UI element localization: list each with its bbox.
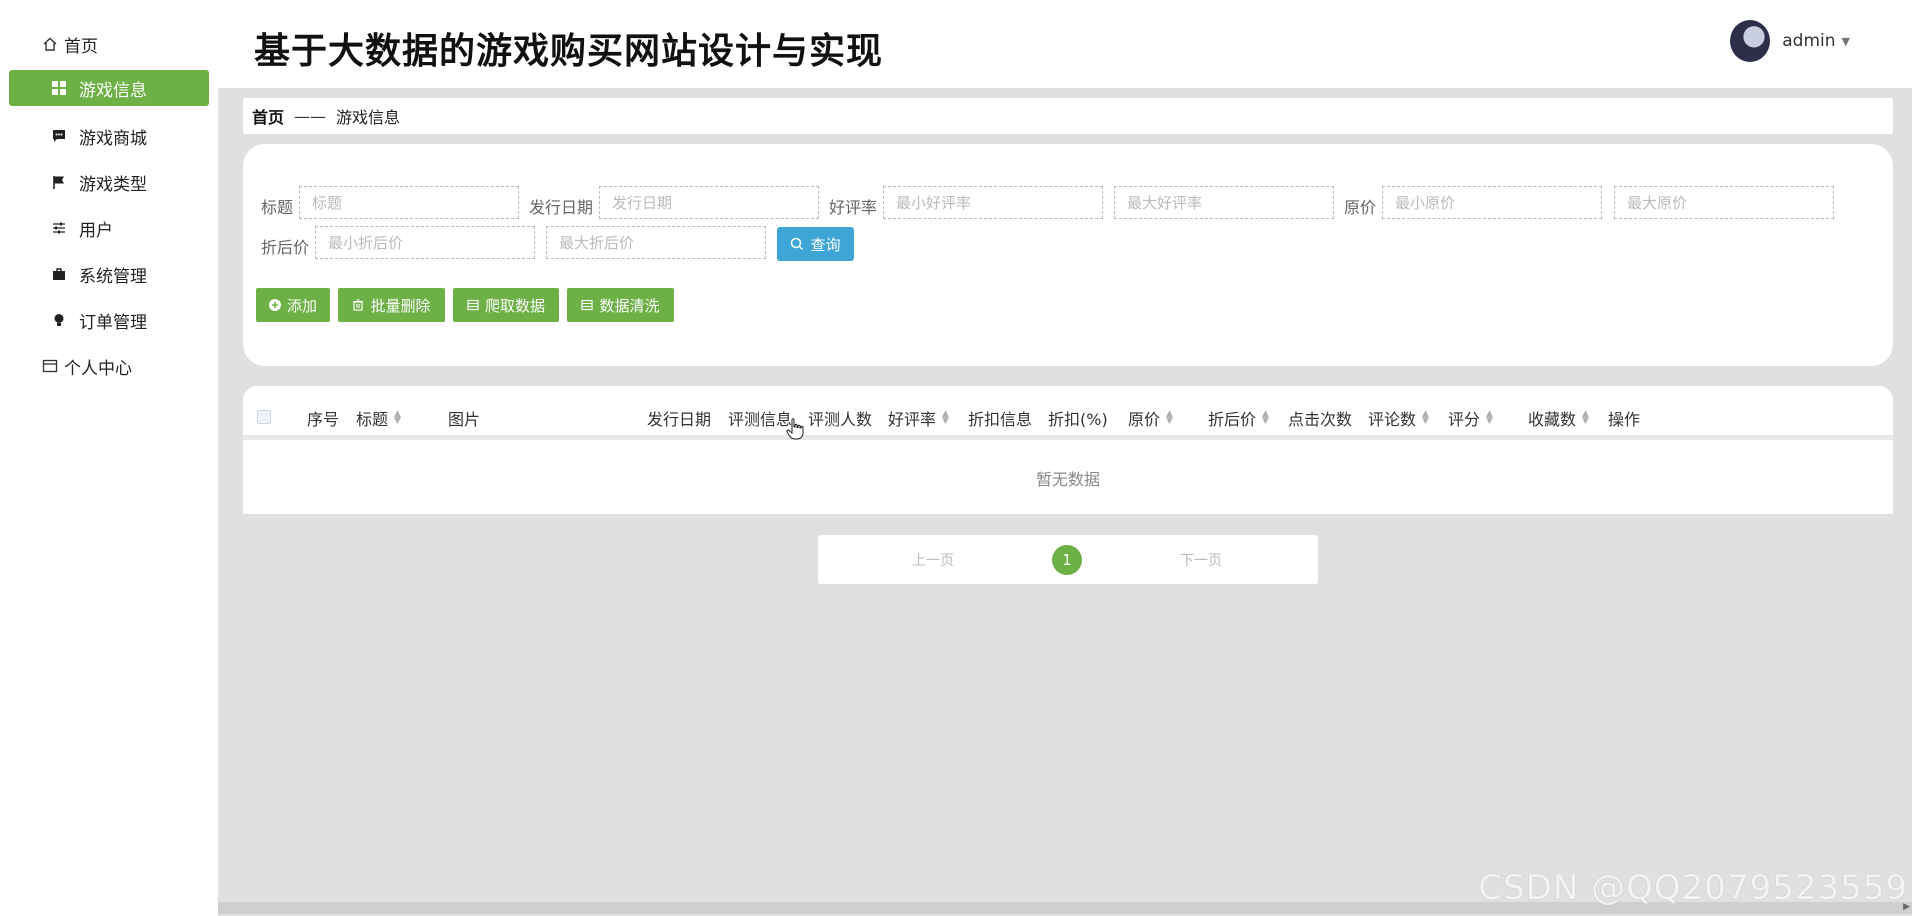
sidebar-item-label: 订单管理 <box>79 312 147 333</box>
sidebar-item-label: 个人中心 <box>64 358 132 379</box>
column-header: 折扣信息 <box>968 410 1033 429</box>
discount-price-label: 折后价 <box>261 238 310 257</box>
sidebar-item-label: 游戏信息 <box>79 80 147 101</box>
column-header[interactable]: 评分 ▲ ▼ <box>1448 406 1493 430</box>
title-input[interactable] <box>299 186 519 219</box>
chat-icon <box>51 128 67 144</box>
title-label: 标题 <box>261 198 294 217</box>
breadcrumb-home[interactable]: 首页 <box>252 104 284 128</box>
breadcrumb-current: 游戏信息 <box>336 108 401 127</box>
column-header: 序号 <box>307 410 340 429</box>
data-table: 序号 标题 ▲ ▼ 图片 发行日期 评测信息 评测人数 好评率 ▲ ▼ 折扣信息 折扣(… <box>243 386 1893 514</box>
sidebar-item-user[interactable]: 用户 <box>9 210 209 246</box>
min-discount-price-input[interactable] <box>315 226 535 259</box>
add-button-label: 添加 <box>286 296 317 315</box>
column-header[interactable]: 收藏数 ▲ ▼ <box>1528 406 1589 430</box>
next-page-button[interactable]: 下一页 <box>1180 550 1222 570</box>
hand-cursor-icon <box>786 418 804 440</box>
clean-button[interactable]: 数据清洗 <box>567 288 674 322</box>
max-price-input[interactable] <box>1614 186 1834 219</box>
home-icon <box>42 36 58 52</box>
column-header: 评测信息 <box>728 410 793 429</box>
watermark: CSDN @QQ2079523559 <box>1478 868 1908 908</box>
caret-down-icon: ▼ <box>1841 34 1850 48</box>
column-header: 发行日期 <box>647 410 712 429</box>
min-price-input[interactable] <box>1382 186 1602 219</box>
column-header: 图片 <box>448 410 481 429</box>
top-header: 基于大数据的游戏购买网站设计与实现 admin ▼ <box>218 0 1912 88</box>
add-button[interactable]: 添加 <box>256 288 330 322</box>
rating-label: 好评率 <box>829 198 878 217</box>
database-icon <box>467 299 479 311</box>
database-icon <box>581 299 594 311</box>
column-header[interactable]: 标题 ▲ ▼ <box>356 406 401 430</box>
sidebar-item-system[interactable]: 系统管理 <box>9 256 209 292</box>
sidebar-item-label: 系统管理 <box>79 266 147 287</box>
sidebar: 首页 游戏信息 游戏商城 游戏类型 用户 系统管理 订单管理 个人中心 <box>0 0 218 916</box>
column-header: 操作 <box>1608 410 1641 429</box>
column-header[interactable]: 原价 ▲ ▼ <box>1128 406 1173 430</box>
sidebar-item-label: 游戏商城 <box>79 128 147 149</box>
plus-circle-icon <box>268 299 281 311</box>
search-panel: 标题 发行日期 好评率 原价 折后价 查询 添加 批量删除 爬取数据 <box>243 144 1893 366</box>
bulb-icon <box>51 312 67 328</box>
sliders-icon <box>51 220 67 236</box>
sort-icon[interactable]: ▲ ▼ <box>394 410 401 426</box>
sidebar-item-home[interactable]: 首页 <box>9 26 209 62</box>
sidebar-item-label: 首页 <box>64 36 98 57</box>
sort-icon[interactable]: ▲ ▼ <box>1166 410 1173 426</box>
sort-icon[interactable]: ▲ ▼ <box>1582 410 1589 426</box>
sidebar-item-game-store[interactable]: 游戏商城 <box>9 118 209 154</box>
prev-page-button[interactable]: 上一页 <box>912 550 954 570</box>
crawl-button[interactable]: 爬取数据 <box>453 288 559 322</box>
column-header: 点击次数 <box>1288 410 1353 429</box>
sort-icon[interactable]: ▲ ▼ <box>1486 410 1493 426</box>
sidebar-item-game-type[interactable]: 游戏类型 <box>9 164 209 200</box>
breadcrumb-separator: —— <box>294 106 327 126</box>
min-rating-input[interactable] <box>883 186 1103 219</box>
column-header: 折扣(%) <box>1048 410 1108 429</box>
breadcrumb: 首页 —— 游戏信息 <box>243 98 1893 134</box>
batch-delete-button[interactable]: 批量删除 <box>338 288 445 322</box>
grid-icon <box>51 80 67 96</box>
page-number-button[interactable]: 1 <box>1052 545 1082 575</box>
max-rating-input[interactable] <box>1114 186 1334 219</box>
batch-delete-button-label: 批量删除 <box>370 296 431 315</box>
original-price-label: 原价 <box>1344 198 1377 217</box>
release-date-input[interactable] <box>599 186 819 219</box>
avatar <box>1730 20 1771 62</box>
clean-button-label: 数据清洗 <box>599 296 660 315</box>
query-button-label: 查询 <box>810 235 841 254</box>
empty-state: 暂无数据 <box>1035 470 1100 489</box>
query-button[interactable]: 查询 <box>777 227 854 261</box>
sidebar-item-game-info[interactable]: 游戏信息 <box>9 70 209 106</box>
column-header[interactable]: 好评率 ▲ ▼ <box>888 406 949 430</box>
card-icon <box>42 358 58 374</box>
sidebar-item-orders[interactable]: 订单管理 <box>9 302 209 338</box>
select-all-checkbox[interactable] <box>257 410 271 424</box>
crawl-button-label: 爬取数据 <box>484 296 545 315</box>
sidebar-item-label: 用户 <box>79 220 113 241</box>
sort-icon[interactable]: ▲ ▼ <box>1262 410 1269 426</box>
max-discount-price-input[interactable] <box>546 226 766 259</box>
flag-icon <box>51 174 67 190</box>
sidebar-item-profile[interactable]: 个人中心 <box>9 348 209 384</box>
table-header: 序号 标题 ▲ ▼ 图片 发行日期 评测信息 评测人数 好评率 ▲ ▼ 折扣信息 折扣(… <box>243 386 1893 440</box>
release-date-label: 发行日期 <box>529 198 594 217</box>
column-header: 评测人数 <box>808 410 873 429</box>
sort-icon[interactable]: ▲ ▼ <box>1422 410 1429 426</box>
column-header[interactable]: 评论数 ▲ ▼ <box>1368 406 1429 430</box>
sort-icon[interactable]: ▲ ▼ <box>942 410 949 426</box>
user-menu[interactable]: admin ▼ <box>1730 20 1850 62</box>
sidebar-item-label: 游戏类型 <box>79 174 147 195</box>
search-icon <box>790 237 804 251</box>
username: admin <box>1782 31 1836 51</box>
pagination: 上一页 1 下一页 <box>818 535 1318 584</box>
trash-icon <box>352 299 364 311</box>
briefcase-icon <box>51 266 67 282</box>
app-title: 基于大数据的游戏购买网站设计与实现 <box>254 31 884 72</box>
column-header[interactable]: 折后价 ▲ ▼ <box>1208 406 1269 430</box>
